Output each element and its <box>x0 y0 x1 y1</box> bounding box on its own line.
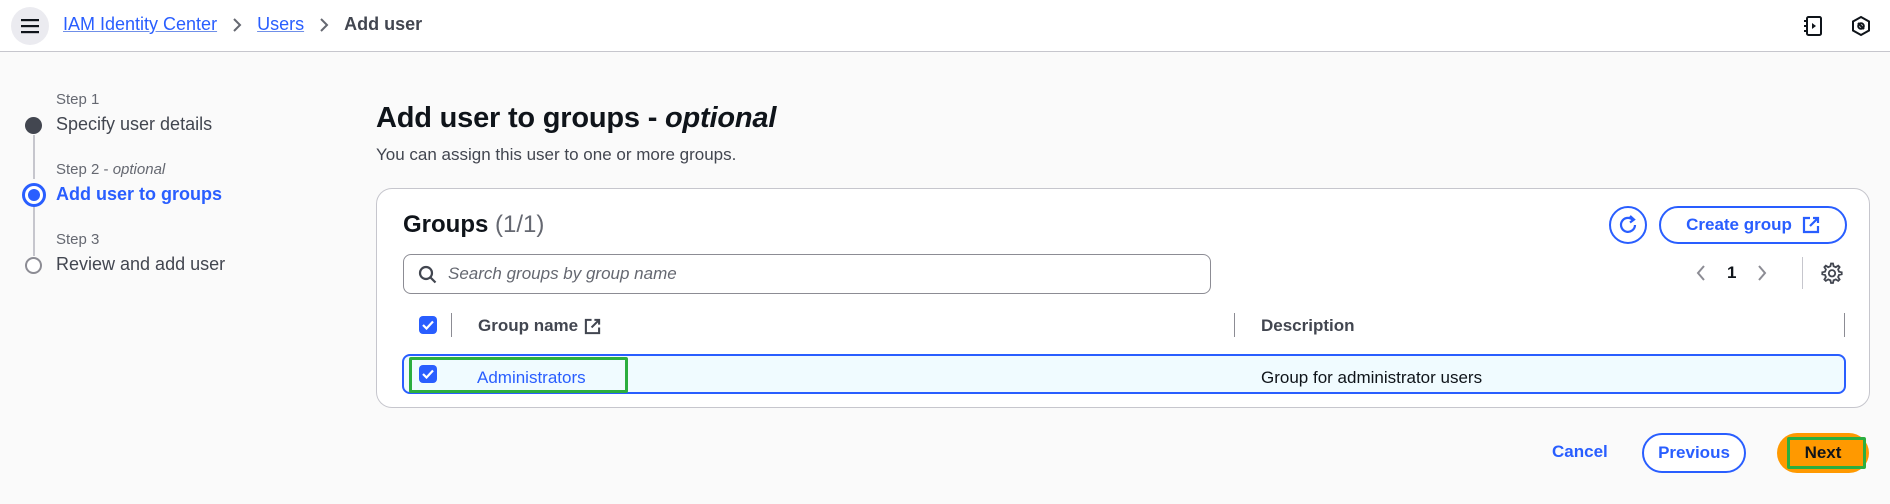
next-highlight-box <box>1787 437 1866 469</box>
step-connector <box>33 206 35 256</box>
page-title-optional: optional <box>665 102 777 134</box>
search-groups-field <box>403 254 1211 294</box>
breadcrumb: IAM Identity Center Users Add user <box>63 14 422 35</box>
step-2-optional: optional <box>112 161 166 178</box>
create-group-label: Create group <box>1686 215 1792 234</box>
settings-hex-icon[interactable] <box>1848 13 1874 39</box>
select-all-checkbox[interactable] <box>419 316 437 334</box>
refresh-icon <box>1619 215 1637 233</box>
page-title-text: Add user to groups - <box>376 102 658 134</box>
page-title: Add user to groups - optional <box>376 102 776 135</box>
step-2-number: Step 2 - <box>56 161 109 178</box>
page-number[interactable]: 1 <box>1727 263 1736 283</box>
step-completed-dot <box>25 117 42 134</box>
search-icon <box>418 265 437 284</box>
column-divider <box>1844 313 1845 337</box>
groups-table-container: Groups (1/1) Create group 1 <box>376 188 1870 408</box>
step-1-label: Step 1 <box>56 91 100 108</box>
column-header-description: Description <box>1261 316 1355 336</box>
chevron-left-icon[interactable] <box>1695 264 1707 282</box>
groups-count: (1/1) <box>495 211 545 238</box>
column-header-group-name[interactable]: Group name <box>478 316 601 336</box>
groups-panel-title: Groups (1/1) <box>403 211 544 239</box>
step-1-title: Specify user details <box>56 114 213 134</box>
groups-title-text: Groups <box>403 211 489 238</box>
column-header-group-name-label: Group name <box>478 316 579 335</box>
top-navigation-bar: IAM Identity Center Users Add user <box>0 0 1890 52</box>
menu-icon <box>21 19 39 34</box>
chevron-right-icon <box>232 17 242 33</box>
column-divider <box>1234 313 1235 337</box>
breadcrumb-link-users[interactable]: Users <box>257 14 304 35</box>
cancel-button[interactable]: Cancel <box>1552 442 1608 462</box>
column-divider <box>451 313 452 337</box>
menu-button[interactable] <box>11 7 49 45</box>
external-link-icon <box>584 318 601 334</box>
step-3-title: Review and add user <box>56 254 226 274</box>
step-2-title[interactable]: Add user to groups <box>56 184 222 205</box>
external-link-icon <box>1802 216 1819 234</box>
gear-icon[interactable] <box>1819 261 1843 285</box>
chevron-right-icon <box>319 17 329 33</box>
pagination: 1 <box>1695 255 1768 291</box>
page-description: You can assign this user to one or more … <box>376 145 737 164</box>
group-name-link[interactable]: Administrators <box>477 368 586 388</box>
refresh-button[interactable] <box>1609 206 1647 244</box>
previous-button[interactable]: Previous <box>1642 433 1746 473</box>
chevron-right-icon[interactable] <box>1756 264 1768 282</box>
step-connector <box>33 135 35 179</box>
step-active-dot <box>22 183 46 207</box>
step-pending-dot <box>25 257 42 274</box>
step-3-label: Step 3 <box>56 231 100 248</box>
step-2-label: Step 2 - optional <box>56 161 165 178</box>
pager-divider <box>1802 257 1803 289</box>
breadcrumb-link-iam-identity-center[interactable]: IAM Identity Center <box>63 14 217 35</box>
search-input[interactable] <box>448 262 1188 286</box>
notes-icon[interactable] <box>1801 13 1827 39</box>
create-group-button[interactable]: Create group <box>1659 206 1847 244</box>
column-header-description-label: Description <box>1261 316 1355 335</box>
group-description: Group for administrator users <box>1261 368 1483 387</box>
breadcrumb-current: Add user <box>344 14 423 34</box>
check-icon <box>422 320 434 330</box>
